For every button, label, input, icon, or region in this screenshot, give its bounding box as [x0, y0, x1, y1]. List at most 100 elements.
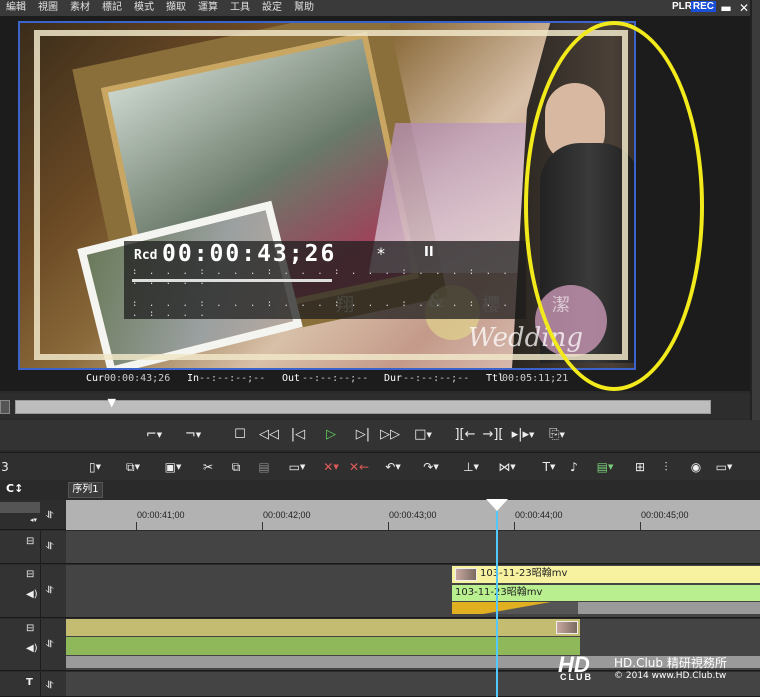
video-clip[interactable]: 103-11-23昭翰mv	[452, 566, 760, 583]
toolbar-edge-label: 3	[1, 460, 9, 474]
microphone-icon[interactable]: ♪	[564, 458, 584, 476]
render-icon[interactable]: ▤▼	[590, 458, 620, 476]
menu-marker[interactable]: 標記	[96, 0, 128, 16]
color-correction-icon[interactable]: ◉	[686, 458, 706, 476]
title-icon[interactable]: T▼	[536, 458, 562, 476]
ruler-label: 00:00:41;00	[137, 510, 185, 520]
track-sync-icon[interactable]: ⥯	[46, 585, 53, 596]
menu-bar: 編輯 視圖 素材 標記 模式 擷取 運算 工具 設定 幫助	[0, 0, 760, 16]
transition-fade[interactable]	[452, 602, 578, 614]
copy-icon[interactable]: ⧉	[226, 458, 246, 476]
out-label: Out	[282, 373, 301, 384]
in-label: In	[187, 373, 200, 384]
cut-icon[interactable]: ✂	[198, 458, 218, 476]
ruler-label: 00:00:43;00	[389, 510, 437, 520]
rewind-icon[interactable]: ◁◁	[256, 425, 282, 445]
save-icon[interactable]: ▣▼	[158, 458, 188, 476]
audio-clip[interactable]	[66, 637, 580, 655]
prev-edit-icon[interactable]: ][←	[452, 425, 478, 445]
track-link-icon[interactable]: ⥯	[46, 510, 53, 521]
set-in-button[interactable]: ⌐▼	[140, 425, 168, 445]
sequence-tab-row	[0, 481, 760, 499]
tab-sequence-1[interactable]: 序列1	[68, 482, 103, 498]
plr-mode-button[interactable]: PLR	[672, 1, 692, 12]
open-icon[interactable]: ⧉▼	[118, 458, 148, 476]
menu-view[interactable]: 視圖	[32, 0, 64, 16]
overlay-level-bar	[132, 279, 332, 282]
video-track-icon[interactable]: ⊟	[26, 569, 34, 580]
loop-play-icon[interactable]: □▼	[408, 425, 438, 445]
menu-tools[interactable]: 工具	[224, 0, 256, 16]
playhead-line[interactable]	[496, 511, 498, 697]
menu-help[interactable]: 幫助	[288, 0, 320, 16]
video-track-icon[interactable]: ⊟	[26, 536, 34, 547]
timecode-overlay: Rcd 00:00:43;26 * II : . . . : . . . : .…	[124, 241, 526, 319]
track-header-title[interactable]: T ⥯	[0, 672, 66, 697]
fast-forward-icon[interactable]: ▷▷	[377, 425, 403, 445]
transition-icon[interactable]: ⋈▼	[492, 458, 522, 476]
timecode-display: 00:00:43;26	[162, 241, 337, 267]
ruler-label: 00:00:42;00	[263, 510, 311, 520]
menu-render[interactable]: 運算	[192, 0, 224, 16]
track-sync-icon[interactable]: ⥯	[46, 680, 53, 691]
position-slider[interactable]	[15, 400, 711, 414]
clip-thumbnail	[455, 568, 477, 581]
ttl-value: 00:05:11;21	[502, 373, 569, 384]
position-bar-left-button[interactable]	[0, 400, 10, 414]
overlay-dots: : . . . : . . . : . . . : . . . : . . . …	[132, 299, 511, 319]
menu-edit[interactable]: 編輯	[0, 0, 32, 16]
rec-mode-button[interactable]: REC	[690, 1, 716, 12]
play-icon[interactable]: ▷	[320, 425, 342, 445]
paste-icon[interactable]: ▤	[254, 458, 274, 476]
track-header-panel: ◂▾ ⥯ ⊟ ⥯ ⊟ ◀) ⥯ ⊟ ◀) ⥯ T ⥯	[0, 500, 66, 697]
watermark-copyright: © 2014 www.HD.Club.tw	[614, 671, 727, 681]
dur-label: Dur	[384, 373, 403, 384]
export-icon[interactable]: ⎘▼	[540, 425, 574, 445]
set-out-button[interactable]: ¬▼	[176, 425, 210, 445]
view-layout-icon[interactable]: ▭▼	[710, 458, 738, 476]
track-bar	[578, 602, 760, 614]
menu-capture[interactable]: 擷取	[160, 0, 192, 16]
speaker-icon[interactable]: ◀)	[26, 589, 38, 600]
position-slider-handle[interactable]: ▼	[107, 396, 118, 410]
new-sequence-icon[interactable]: ▯▼	[82, 458, 108, 476]
grid-icon[interactable]: ⊞	[630, 458, 650, 476]
ruler-label: 00:00:44;00	[515, 510, 563, 520]
razor-icon[interactable]: ⊥▼	[456, 458, 486, 476]
undo-icon[interactable]: ↶▼	[378, 458, 408, 476]
track-sync-icon[interactable]: ⥯	[46, 639, 53, 650]
overlay-dots: : . . . : . . . : . . . : . . . : . . . …	[132, 267, 511, 287]
menu-clip[interactable]: 素材	[64, 0, 96, 16]
ripple-delete-icon[interactable]: ✕←	[348, 458, 370, 476]
video-track-icon[interactable]: ⊟	[26, 623, 34, 634]
menu-mode[interactable]: 模式	[128, 0, 160, 16]
dur-value: --:--:--;--	[403, 373, 470, 384]
next-edit-icon[interactable]: →][	[480, 425, 506, 445]
out-value: --:--:--;--	[302, 373, 369, 384]
playhead-handle[interactable]	[486, 499, 508, 511]
menu-settings[interactable]: 設定	[256, 0, 288, 16]
track-header-va2[interactable]: ⊟ ◀) ⥯	[0, 619, 66, 671]
track-header-va1[interactable]: ⊟ ◀) ⥯	[0, 565, 66, 618]
delete-icon[interactable]: ✕▼	[318, 458, 344, 476]
video-clip[interactable]	[66, 619, 580, 636]
track-sync-icon[interactable]: ⥯	[46, 541, 53, 552]
speaker-icon[interactable]: ◀)	[26, 643, 38, 654]
clip-thumbnail	[556, 621, 578, 634]
track-va1[interactable]: 103-11-23昭翰mv 103-11-23昭翰mv	[66, 565, 760, 618]
step-back-icon[interactable]: |◁	[285, 425, 311, 445]
minimize-icon[interactable]: ▬	[718, 0, 734, 16]
replace-icon[interactable]: ▭▼	[282, 458, 312, 476]
sequence-sync-icon[interactable]: C↕	[6, 482, 23, 495]
stop-icon[interactable]: ☐	[230, 425, 250, 445]
step-forward-icon[interactable]: ▷|	[352, 425, 374, 445]
track-v1[interactable]	[66, 531, 760, 564]
audio-clip[interactable]: 103-11-23昭翰mv	[452, 585, 760, 601]
track-header-v1[interactable]: ⊟ ⥯	[0, 531, 66, 564]
clip-name: 103-11-23昭翰mv	[455, 587, 543, 598]
in-value: --:--:--;--	[199, 373, 266, 384]
redo-icon[interactable]: ↷▼	[416, 458, 446, 476]
mixer-icon[interactable]: ⫶	[656, 458, 676, 476]
insert-icon[interactable]: ▸|▸▼	[508, 425, 538, 445]
right-panel-edge	[750, 0, 760, 450]
